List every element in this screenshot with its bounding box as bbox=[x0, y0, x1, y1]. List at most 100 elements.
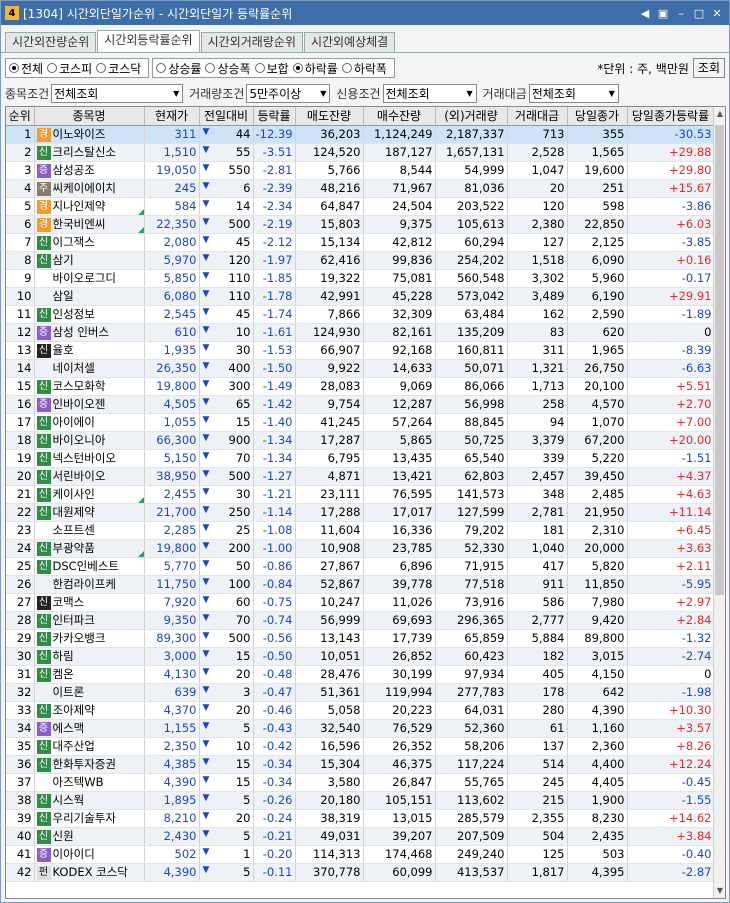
table-row[interactable]: 9 바이오로그디 5,850 ▼ 110 -1.85 19,322 75,081 560,548… bbox=[6, 269, 715, 288]
credit-condition-select[interactable]: 전체조회 ▼ bbox=[382, 83, 477, 103]
stock-name-cell[interactable]: 네이처셀 bbox=[34, 359, 145, 378]
stock-name-cell[interactable]: 삼일 bbox=[34, 287, 145, 306]
table-row[interactable]: 16 증 인바이오젠 4,505 ▼ 65 -1.42 9,754 12,287 56,998 25… bbox=[6, 395, 715, 414]
table-row[interactable]: 13 신 율호 1,935 ▼ 30 -1.53 66,907 92,168 160,811 311… bbox=[6, 341, 715, 360]
table-row[interactable]: 3 증 삼성공조 19,050 ▼ 550 -2.81 5,766 8,544 54,999 1,0… bbox=[6, 161, 715, 180]
stock-name-cell[interactable]: 소프트센 bbox=[34, 521, 145, 540]
table-row[interactable]: 25 신 DSC인베스트 5,770 ▼ 50 -0.86 27,867 6,896 71,915… bbox=[6, 557, 715, 576]
stock-name-cell[interactable]: 경 이노와이즈 bbox=[34, 125, 145, 144]
col-ask[interactable]: 매도잔량 bbox=[295, 107, 364, 126]
trade-amount-select[interactable]: 전체조회 ▼ bbox=[528, 83, 619, 103]
stock-name-cell[interactable]: 주 씨케이에이치 bbox=[34, 179, 145, 198]
query-button[interactable]: 조회 bbox=[692, 58, 725, 78]
stock-name-cell[interactable]: 신 율호 bbox=[34, 341, 145, 360]
table-row[interactable]: 1 경 이노와이즈 311 ▼ 44 -12.39 36,203 1,124,249 2,187,… bbox=[6, 125, 715, 144]
stock-name-cell[interactable]: 증 이아이디 bbox=[34, 845, 145, 864]
stock-name-cell[interactable]: 신 카카오뱅크 bbox=[34, 629, 145, 648]
scroll-thumb[interactable] bbox=[715, 125, 724, 595]
stock-name-cell[interactable]: 신 DSC인베스트 bbox=[34, 557, 145, 576]
table-row[interactable]: 17 신 아이에이 1,055 ▼ 15 -1.40 41,245 57,264 88,845 94… bbox=[6, 413, 715, 432]
scroll-down-icon[interactable]: ▼ bbox=[714, 884, 725, 898]
table-row[interactable]: 30 신 하림 3,000 ▼ 15 -0.50 10,051 26,852 60,423 182 3… bbox=[6, 647, 715, 666]
radio-fall-amount[interactable]: 하락폭 bbox=[341, 60, 387, 77]
table-row[interactable]: 36 신 한화투자증권 4,385 ▼ 15 -0.34 15,304 46,375 117,22… bbox=[6, 755, 715, 774]
col-close-rate[interactable]: 당일종가등락률 bbox=[627, 107, 715, 126]
stock-name-cell[interactable]: 증 삼성 인버스 bbox=[34, 323, 145, 342]
stock-name-cell[interactable]: 경 한국비엔씨 bbox=[34, 215, 145, 234]
col-volume[interactable]: (외)거래량 bbox=[435, 107, 508, 126]
prev-icon[interactable]: ◀ bbox=[637, 5, 653, 21]
table-row[interactable]: 20 신 서린바이오 38,950 ▼ 500 -1.27 4,871 13,421 62,803… bbox=[6, 467, 715, 486]
table-row[interactable]: 2 신 크리스탈신소 1,510 ▼ 55 -3.51 124,520 187,127 1,657… bbox=[6, 143, 715, 162]
table-row[interactable]: 29 신 카카오뱅크 89,300 ▼ 500 -0.56 13,143 17,739 65,85… bbox=[6, 629, 715, 648]
table-row[interactable]: 33 신 조아제약 4,370 ▼ 20 -0.46 5,058 20,223 64,031 280… bbox=[6, 701, 715, 720]
stock-name-cell[interactable]: 신 인성정보 bbox=[34, 305, 145, 324]
stock-name-cell[interactable]: 신 코맥스 bbox=[34, 593, 145, 612]
table-row[interactable]: 26 한컴라이프케 11,750 ▼ 100 -0.84 52,867 39,778 77,51… bbox=[6, 575, 715, 594]
stock-name-cell[interactable]: 신 코스모화학 bbox=[34, 377, 145, 396]
table-row[interactable]: 22 신 대원제약 21,700 ▼ 250 -1.14 17,288 17,017 127,59… bbox=[6, 503, 715, 522]
stock-name-cell[interactable]: 신 하림 bbox=[34, 647, 145, 666]
stock-name-cell[interactable]: 신 삼기 bbox=[34, 251, 145, 270]
stock-name-cell[interactable]: 신 바이오니아 bbox=[34, 431, 145, 450]
link-icon[interactable]: ▣ bbox=[655, 5, 671, 21]
stock-name-cell[interactable]: 아즈텍WB bbox=[34, 773, 145, 792]
table-row[interactable]: 28 신 인터파크 9,350 ▼ 70 -0.74 56,999 69,693 296,365 2… bbox=[6, 611, 715, 630]
tab-expected-trade[interactable]: 시간외예상체결 bbox=[303, 32, 396, 52]
stock-name-cell[interactable]: 신 신원 bbox=[34, 827, 145, 846]
volume-condition-select[interactable]: 5만주이상 ▼ bbox=[246, 83, 331, 103]
table-row[interactable]: 42 펀 KODEX 코스닥 4,390 ▼ 5 -0.11 370,778 60,099 413… bbox=[6, 863, 715, 882]
stock-name-cell[interactable]: 이트론 bbox=[34, 683, 145, 702]
table-row[interactable]: 35 신 대주산업 2,350 ▼ 10 -0.42 16,596 26,352 58,206 13… bbox=[6, 737, 715, 756]
col-rank[interactable]: 순위 bbox=[6, 107, 35, 126]
stock-name-cell[interactable]: 신 넥스턴바이오 bbox=[34, 449, 145, 468]
stock-name-cell[interactable]: 신 부광약품 bbox=[34, 539, 145, 558]
stock-name-cell[interactable]: 신 우리기술투자 bbox=[34, 809, 145, 828]
table-row[interactable]: 19 신 넥스턴바이오 5,150 ▼ 70 -1.34 6,795 13,435 65,540 3… bbox=[6, 449, 715, 468]
stock-name-cell[interactable]: 신 조아제약 bbox=[34, 701, 145, 720]
table-row[interactable]: 10 삼일 6,080 ▼ 110 -1.78 42,991 45,228 573,042 3,4… bbox=[6, 287, 715, 306]
tab-change-rate-rank[interactable]: 시간외등락률순위 bbox=[97, 30, 200, 52]
table-row[interactable]: 18 신 바이오니아 66,300 ▼ 900 -1.34 17,287 5,865 50,725… bbox=[6, 431, 715, 450]
table-row[interactable]: 24 신 부광약품 19,800 ▼ 200 -1.00 10,908 23,785 52,330… bbox=[6, 539, 715, 558]
col-name[interactable]: 종목명 bbox=[34, 107, 145, 126]
radio-flat[interactable]: 보합 bbox=[254, 60, 289, 77]
col-change[interactable]: 전일대비 bbox=[199, 107, 254, 126]
table-row[interactable]: 5 경 지나인제약 584 ▼ 14 -2.34 64,847 24,504 203,522 120… bbox=[6, 197, 715, 216]
col-bid[interactable]: 매수잔량 bbox=[363, 107, 436, 126]
stock-name-cell[interactable]: 신 한화투자증권 bbox=[34, 755, 145, 774]
stock-name-cell[interactable]: 신 케이사인 bbox=[34, 485, 145, 504]
stock-name-cell[interactable]: 바이오로그디 bbox=[34, 269, 145, 288]
stock-name-cell[interactable]: 증 인바이오젠 bbox=[34, 395, 145, 414]
table-row[interactable]: 23 소프트센 2,285 ▼ 25 -1.08 11,604 16,336 79,202 181… bbox=[6, 521, 715, 540]
stock-name-cell[interactable]: 신 시스웍 bbox=[34, 791, 145, 810]
vertical-scrollbar[interactable]: ▲ ▼ bbox=[713, 107, 725, 898]
table-row[interactable]: 34 증 에스맥 1,155 ▼ 5 -0.43 32,540 76,529 52,360 61 1,… bbox=[6, 719, 715, 738]
radio-market-kosdaq[interactable]: 코스닥 bbox=[96, 60, 141, 77]
scroll-up-icon[interactable]: ▲ bbox=[714, 107, 725, 121]
close-icon[interactable]: ✕ bbox=[709, 5, 725, 21]
table-row[interactable]: 15 신 코스모화학 19,800 ▼ 300 -1.49 28,083 9,069 86,066… bbox=[6, 377, 715, 396]
stock-name-cell[interactable]: 증 삼성공조 bbox=[34, 161, 145, 180]
stock-name-cell[interactable]: 신 대주산업 bbox=[34, 737, 145, 756]
maximize-icon[interactable]: □ bbox=[691, 5, 707, 21]
tab-trade-volume-rank[interactable]: 시간외거래량순위 bbox=[200, 32, 303, 52]
table-row[interactable]: 21 신 케이사인 2,455 ▼ 30 -1.21 23,111 76,595 141,573 3… bbox=[6, 485, 715, 504]
table-row[interactable]: 39 신 우리기술투자 8,210 ▼ 20 -0.24 38,319 13,015 285,57… bbox=[6, 809, 715, 828]
stock-name-cell[interactable]: 경 지나인제약 bbox=[34, 197, 145, 216]
stock-name-cell[interactable]: 펀 KODEX 코스닥 bbox=[34, 863, 145, 882]
radio-market-all[interactable]: 전체 bbox=[9, 60, 43, 77]
radio-market-kospi[interactable]: 코스피 bbox=[47, 60, 92, 77]
table-row[interactable]: 40 신 신원 2,430 ▼ 5 -0.21 49,031 39,207 207,509 504 2… bbox=[6, 827, 715, 846]
table-row[interactable]: 8 신 삼기 5,970 ▼ 120 -1.97 62,416 99,836 254,202 1,5… bbox=[6, 251, 715, 270]
table-row[interactable]: 4 주 씨케이에이치 245 ▼ 6 -2.39 48,216 71,967 81,036 20 25… bbox=[6, 179, 715, 198]
table-row[interactable]: 38 신 시스웍 1,895 ▼ 5 -0.26 20,180 105,151 113,602 21… bbox=[6, 791, 715, 810]
col-price[interactable]: 현재가 bbox=[144, 107, 200, 126]
table-row[interactable]: 6 경 한국비엔씨 22,350 ▼ 500 -2.19 15,803 9,375 105,613… bbox=[6, 215, 715, 234]
col-close[interactable]: 당일종가 bbox=[567, 107, 628, 126]
table-row[interactable]: 27 신 코맥스 7,920 ▼ 60 -0.75 10,247 11,026 73,916 586… bbox=[6, 593, 715, 612]
col-rate[interactable]: 등락률 bbox=[253, 107, 296, 126]
table-row[interactable]: 14 네이처셀 26,350 ▼ 400 -1.50 9,922 14,633 50,071 1,… bbox=[6, 359, 715, 378]
minimize-icon[interactable]: – bbox=[673, 5, 689, 21]
radio-fall-rate[interactable]: 하락률 bbox=[292, 60, 338, 77]
